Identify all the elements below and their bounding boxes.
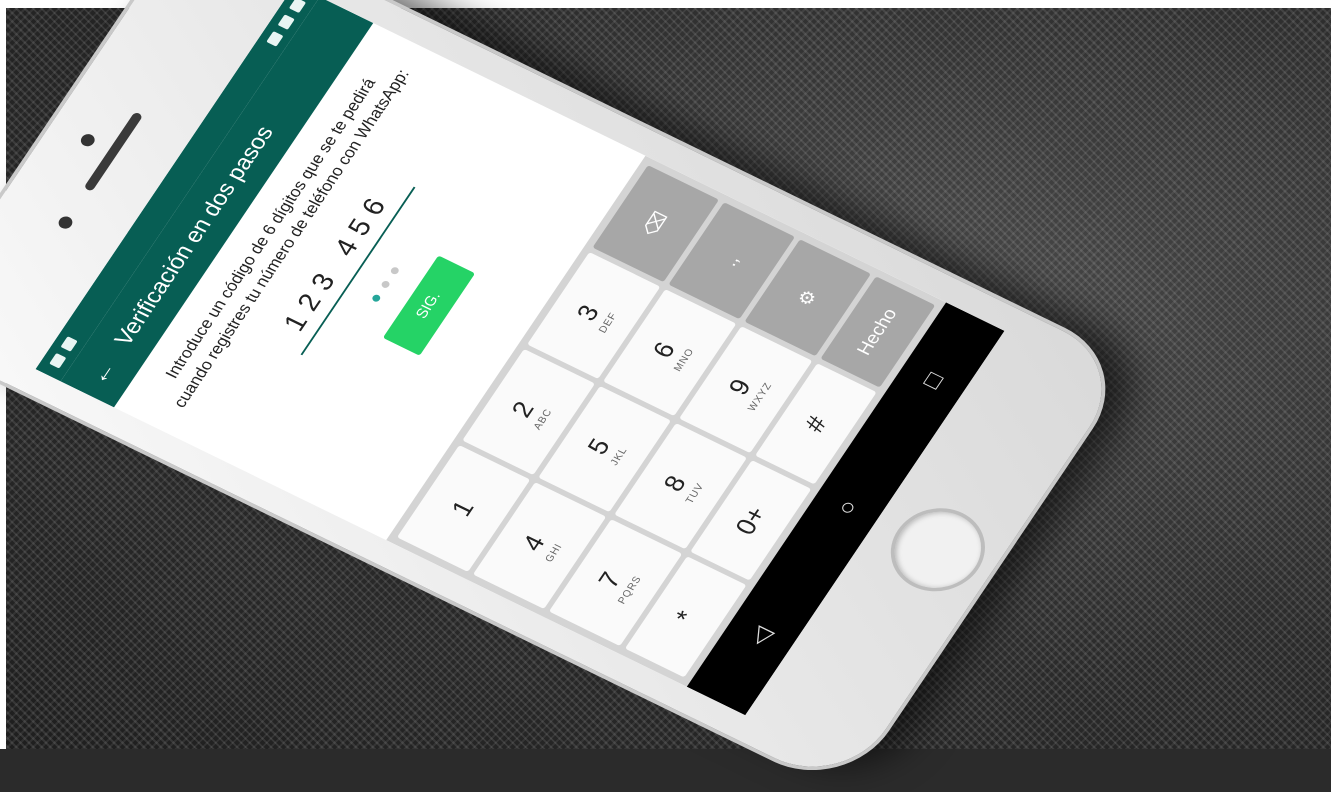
back-arrow-icon[interactable]: ←	[83, 356, 122, 388]
front-camera-icon	[78, 132, 98, 149]
wifi-icon	[266, 31, 284, 47]
proximity-sensor-icon	[56, 214, 75, 231]
battery-icon	[288, 0, 307, 14]
backspace-icon: ⌫	[639, 208, 673, 240]
signal-icon	[277, 14, 295, 30]
progress-dot-2	[380, 279, 392, 290]
gear-icon: ⚙	[794, 286, 822, 310]
message-notification-icon	[60, 336, 78, 352]
nav-home-icon[interactable]: ○	[830, 495, 864, 520]
nav-recent-icon[interactable]: □	[915, 368, 949, 393]
progress-dot-3	[389, 266, 401, 276]
progress-dot-1	[371, 293, 383, 303]
earpiece-speaker	[83, 111, 144, 192]
nav-back-icon[interactable]: ◁	[742, 622, 778, 650]
gallery-notification-icon	[49, 352, 67, 369]
